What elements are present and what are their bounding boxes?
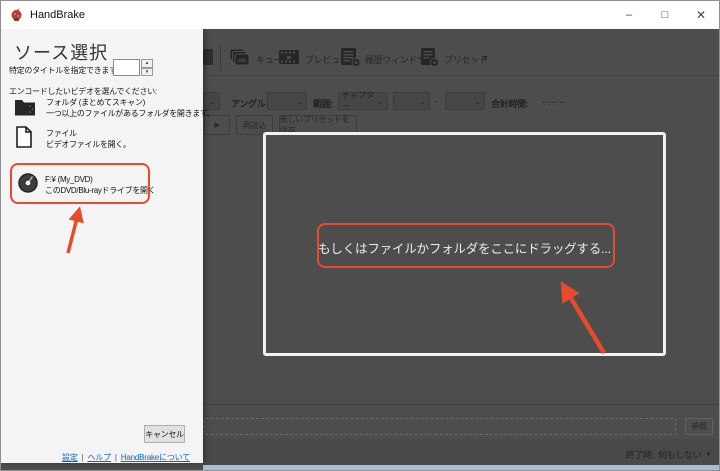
toolbar-divider bbox=[203, 75, 719, 76]
title-number-stepper: ▲ ▼ bbox=[141, 59, 153, 76]
destination-field[interactable] bbox=[204, 418, 676, 435]
chevron-down-icon: ⌄ bbox=[474, 96, 481, 106]
settings-link[interactable]: 設定 bbox=[62, 452, 78, 463]
play-right-icon: ▶ bbox=[214, 122, 220, 129]
chevron-down-icon: ⌄ bbox=[377, 96, 384, 106]
presets-caret-icon[interactable]: ▼ bbox=[482, 55, 489, 62]
handbrake-window: HandBrake – □ ✕ キュー プレビュー 履歴ウィンドウ プリセット … bbox=[0, 0, 720, 471]
toolbar-presets-button[interactable]: プリセット bbox=[444, 53, 488, 66]
when-done-label: 終了時: bbox=[625, 450, 655, 460]
activity-log-icon bbox=[341, 48, 361, 67]
window-title: HandBrake bbox=[30, 9, 86, 21]
angle-label: アングル: bbox=[231, 99, 269, 109]
folder-icon bbox=[15, 100, 35, 116]
help-link[interactable]: ヘルプ bbox=[88, 452, 112, 463]
content-divider bbox=[203, 404, 719, 405]
close-icon: ✕ bbox=[695, 8, 707, 22]
spin-down-button[interactable]: ▼ bbox=[141, 67, 153, 76]
spin-up-icon: ▲ bbox=[144, 60, 150, 65]
file-option-desc: ビデオファイルを開く。 bbox=[46, 140, 131, 149]
when-done-value: 何もしない bbox=[657, 450, 702, 460]
cancel-button[interactable]: キャンセル bbox=[144, 425, 185, 443]
preview-icon bbox=[279, 50, 299, 64]
browse-button[interactable]: 参照 bbox=[685, 418, 713, 435]
toolbar-separator bbox=[220, 45, 221, 71]
file-option-label: ファイル bbox=[46, 129, 77, 138]
range-separator: - bbox=[434, 96, 437, 106]
footer-links: 設定 | ヘルプ | HandBrakeについて bbox=[62, 452, 190, 463]
chevron-down-icon: ⌄ bbox=[419, 96, 426, 106]
spin-up-button[interactable]: ▲ bbox=[141, 59, 153, 68]
source-selection-panel: ソース選択 特定のタイトルを指定できます: ▲ ▼ エンコードしたいビデオを選ん… bbox=[1, 29, 215, 463]
chapter-end-select[interactable]: ⌄ bbox=[445, 92, 485, 110]
maximize-icon: □ bbox=[661, 9, 669, 21]
annotation-highlight-dvd bbox=[10, 163, 150, 204]
minimize-icon: – bbox=[625, 9, 633, 21]
when-done-dropdown[interactable]: 終了時: 何もしない ▼ bbox=[625, 448, 712, 461]
presets-icon bbox=[421, 48, 439, 67]
panel-title: ソース選択 bbox=[14, 43, 109, 63]
link-separator: | bbox=[114, 453, 117, 462]
annotation-highlight-dropzone bbox=[317, 223, 615, 268]
about-link[interactable]: HandBrakeについて bbox=[121, 452, 190, 463]
angle-select[interactable]: ⌄ bbox=[267, 92, 307, 110]
spin-down-icon: ▼ bbox=[144, 68, 150, 74]
window-controls: – □ ✕ bbox=[611, 1, 719, 29]
folder-option-label: フォルダ (まとめてスキャン) bbox=[46, 98, 146, 107]
source-option-file[interactable]: ファイル ビデオファイルを開く。 bbox=[46, 128, 131, 150]
window-bottom-edge-right bbox=[203, 465, 719, 470]
maximize-button[interactable]: □ bbox=[647, 1, 683, 29]
titlebar: HandBrake – □ ✕ bbox=[1, 1, 719, 29]
chevron-down-icon: ⌄ bbox=[296, 96, 303, 106]
queue-icon bbox=[229, 48, 250, 66]
folder-option-desc: 一つ以上のファイルがあるフォルダを開きます。 bbox=[46, 109, 215, 118]
source-option-folder[interactable]: フォルダ (まとめてスキャン) 一つ以上のファイルがあるフォルダを開きます。 bbox=[46, 97, 215, 119]
total-duration-label: 合計時間: bbox=[491, 99, 529, 109]
range-label: 範囲: bbox=[313, 99, 334, 109]
link-separator: | bbox=[81, 453, 84, 462]
chapter-start-select[interactable]: ⌄ bbox=[393, 92, 430, 110]
open-source-icon-partial bbox=[203, 49, 213, 65]
toolbar-activity-window-button[interactable]: 履歴ウィンドウ bbox=[365, 53, 426, 66]
range-mode-value: チャプター bbox=[342, 91, 374, 111]
title-number-label: 特定のタイトルを指定できます: bbox=[9, 66, 119, 75]
minimize-button[interactable]: – bbox=[611, 1, 647, 29]
title-number-input[interactable] bbox=[113, 59, 140, 76]
file-icon bbox=[16, 126, 32, 148]
caret-down-icon: ▼ bbox=[705, 451, 711, 458]
total-duration-value: --:--:-- bbox=[542, 97, 565, 107]
handbrake-logo-icon bbox=[11, 8, 22, 21]
window-bottom-edge-left bbox=[1, 463, 203, 470]
range-mode-select[interactable]: チャプター ⌄ bbox=[338, 91, 388, 111]
close-button[interactable]: ✕ bbox=[683, 1, 719, 29]
